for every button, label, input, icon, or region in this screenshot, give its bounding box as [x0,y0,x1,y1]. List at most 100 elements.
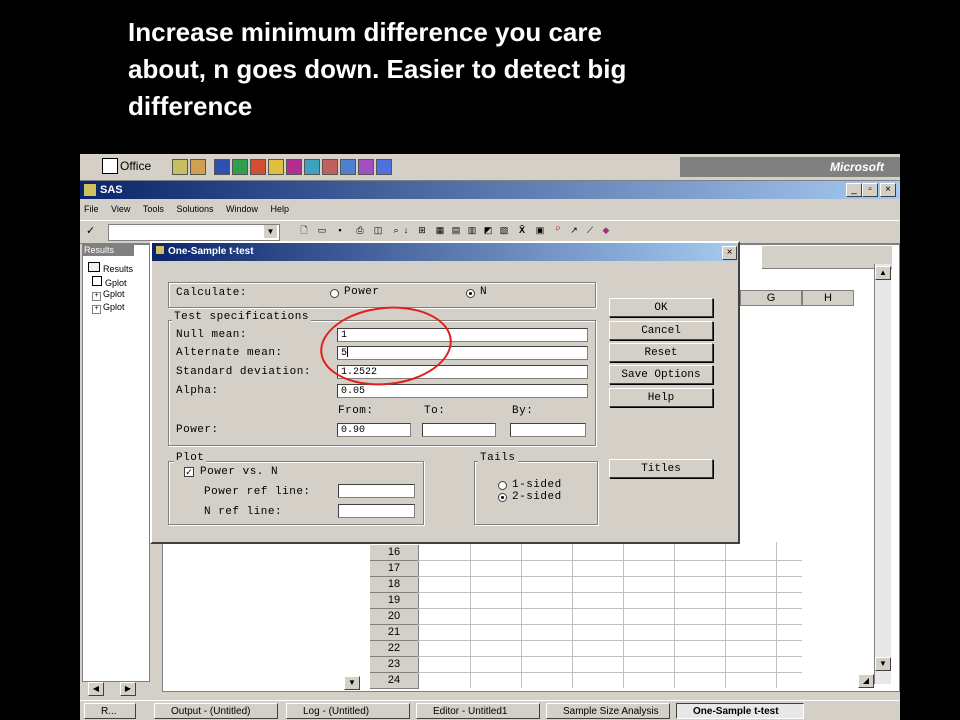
radio-n-label[interactable]: N [480,286,487,298]
resize-grip-icon[interactable]: ◢ [858,674,874,688]
office-app-icon[interactable] [358,159,374,175]
table-icon[interactable]: ▦ [434,224,446,236]
excel-icon[interactable] [232,159,248,175]
print-icon[interactable]: ⎙ [354,224,366,236]
outlook-icon[interactable] [268,159,284,175]
radio-power-label[interactable]: Power [344,286,380,298]
reset-button[interactable]: Reset [609,343,713,362]
new-icon[interactable]: 🗋 [298,224,310,236]
binder-icon[interactable] [304,159,320,175]
menu-help[interactable]: Help [271,204,290,214]
access-icon[interactable] [286,159,302,175]
row-header[interactable]: 19 [370,593,419,609]
power-vs-n-checkbox[interactable]: ✓ [184,467,194,477]
vertical-scrollbar[interactable] [874,264,891,684]
alpha-field[interactable]: 0.05 [337,384,588,398]
radio-power[interactable] [330,289,339,298]
grid-line [572,542,573,688]
scroll-down-icon[interactable]: ▼ [344,676,360,690]
menu-file[interactable]: File [84,204,99,214]
row-header[interactable]: 23 [370,657,419,673]
one-sided-label[interactable]: 1-sided [512,479,562,491]
row-header[interactable]: 18 [370,577,419,593]
task-log[interactable]: Log - (Untitled) [286,703,410,719]
ok-button[interactable]: OK [609,298,713,317]
scroll-down-icon[interactable]: ▼ [875,657,891,671]
tree-icon[interactable]: ⊞ [416,224,428,236]
radio-n[interactable] [466,289,475,298]
two-sided-label[interactable]: 2-sided [512,491,562,503]
book-icon[interactable]: ◆ [600,224,612,236]
tree-item-gplot[interactable]: + Gplot [92,302,125,314]
tree-item-gplot[interactable]: + Gplot [92,289,125,301]
power-vs-n-label[interactable]: Power vs. N [200,466,278,478]
tree-item-results[interactable]: Results [88,262,133,274]
column-header[interactable]: H [802,290,854,306]
chart-icon[interactable]: ▧ [498,224,510,236]
power-from-field[interactable]: 0.90 [337,423,411,437]
grid-line [418,640,802,641]
office-logo-icon [102,158,118,174]
n-ref-line-field[interactable] [338,504,415,518]
office-app-icon[interactable] [190,159,206,175]
save-icon[interactable]: ▪ [334,224,346,236]
chevron-down-icon[interactable]: ▼ [264,225,277,238]
menu-solutions[interactable]: Solutions [176,204,213,214]
command-box[interactable] [108,224,280,241]
task-one-sample-t-test[interactable]: One-Sample t-test [676,703,804,719]
open-icon[interactable]: ▭ [316,224,328,236]
close-icon[interactable]: × [722,246,737,260]
regression-icon[interactable]: ⟋ [584,224,596,236]
close-icon[interactable]: × [880,183,896,197]
office-app-icon[interactable] [376,159,392,175]
menu-tools[interactable]: Tools [143,204,164,214]
grid-line [418,672,802,673]
row-header[interactable]: 22 [370,641,419,657]
power-ref-line-field[interactable] [338,484,415,498]
alternate-mean-label: Alternate mean: [176,347,283,359]
image-icon[interactable]: ◩ [482,224,494,236]
taskbar-results-button[interactable]: R... [84,703,136,719]
power-by-field[interactable] [510,423,586,437]
cancel-button[interactable]: Cancel [609,321,713,340]
word-icon[interactable] [214,159,230,175]
checkmark-icon[interactable]: ✓ [86,224,95,237]
preview-icon[interactable]: ◫ [372,224,384,236]
sort-icon[interactable]: ↓ [400,224,412,236]
power-to-field[interactable] [422,423,496,437]
row-header[interactable]: 17 [370,561,419,577]
tree-item-gplot[interactable]: Gplot [92,276,127,288]
row-header[interactable]: 21 [370,625,419,641]
calculate-label: Calculate: [176,287,248,299]
office-app-icon[interactable] [322,159,338,175]
minimize-icon[interactable]: _ [846,183,862,197]
office-app-icon[interactable] [172,159,188,175]
office-app-icon[interactable] [340,159,356,175]
save-options-button[interactable]: Save Options [609,365,713,384]
chart-icon[interactable]: ▥ [466,224,478,236]
chart-icon[interactable]: ▤ [450,224,462,236]
scroll-right-icon[interactable]: ▶ [120,682,136,696]
powerpoint-icon[interactable] [250,159,266,175]
row-header[interactable]: 16 [370,545,419,561]
restore-icon[interactable]: ▫ [862,183,878,197]
row-header[interactable]: 20 [370,609,419,625]
menu-view[interactable]: View [111,204,130,214]
report-icon[interactable]: ▣ [534,224,546,236]
prob-icon[interactable]: P [552,224,564,236]
radio-two-sided[interactable] [498,493,507,502]
scroll-up-icon[interactable]: ▲ [875,266,891,280]
column-header[interactable]: G [740,290,802,306]
plot-icon[interactable]: ↗ [568,224,580,236]
task-editor[interactable]: Editor - Untitled1 [416,703,540,719]
menu-window[interactable]: Window [226,204,258,214]
task-output[interactable]: Output - (Untitled) [154,703,278,719]
results-tab[interactable]: Results [82,244,134,256]
scroll-left-icon[interactable]: ◀ [88,682,104,696]
mean-icon[interactable]: X̄ [516,224,528,236]
row-header[interactable]: 24 [370,673,419,689]
titles-button[interactable]: Titles [609,459,713,478]
help-button[interactable]: Help [609,388,713,407]
task-sample-size-analysis[interactable]: Sample Size Analysis [546,703,670,719]
radio-one-sided[interactable] [498,481,507,490]
